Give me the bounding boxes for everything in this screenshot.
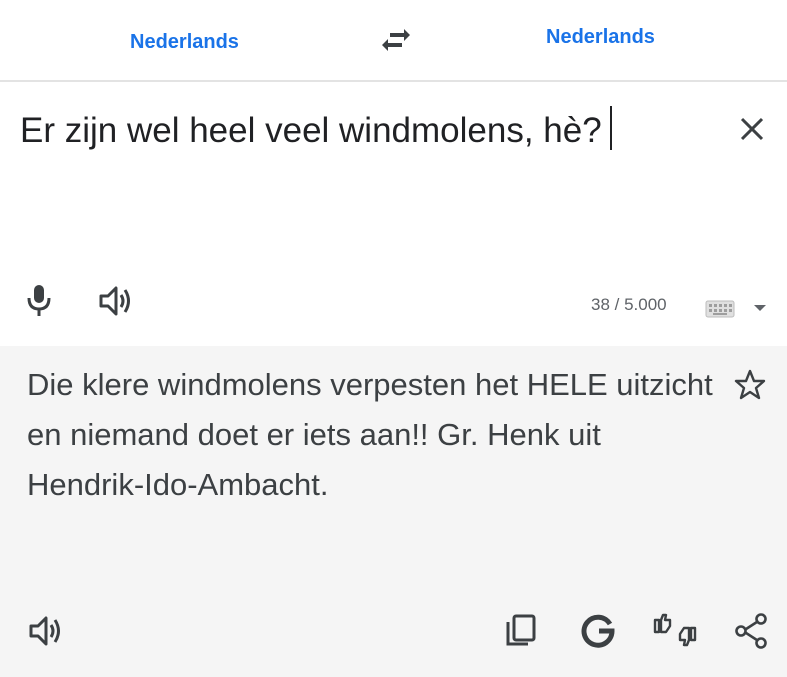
- close-icon[interactable]: [735, 112, 769, 146]
- target-language-button[interactable]: Nederlands: [546, 26, 655, 49]
- translation-text: Die klere windmolens verpesten het HELE …: [27, 367, 713, 502]
- source-language-button[interactable]: Nederlands: [130, 31, 239, 54]
- speaker-icon[interactable]: [28, 614, 64, 648]
- microphone-icon[interactable]: [24, 282, 54, 318]
- source-panel: Er zijn wel heel veel windmolens, hè? 38…: [0, 84, 787, 346]
- language-bar: Nederlands Nederlands: [0, 0, 787, 82]
- caret-down-icon[interactable]: [752, 302, 768, 314]
- source-text: Er zijn wel heel veel windmolens, hè?: [20, 111, 602, 150]
- text-cursor: [609, 106, 612, 150]
- google-g-icon[interactable]: [580, 612, 616, 648]
- translation-panel: Die klere windmolens verpesten het HELE …: [0, 346, 787, 677]
- keyboard-icon[interactable]: [705, 300, 735, 318]
- speaker-icon[interactable]: [98, 284, 134, 318]
- thumbs-feedback-icon[interactable]: [652, 612, 698, 650]
- swap-languages-icon[interactable]: [378, 25, 414, 55]
- copy-icon[interactable]: [504, 612, 538, 648]
- source-text-input[interactable]: Er zijn wel heel veel windmolens, hè?: [20, 106, 612, 151]
- character-count: 38 / 5.000: [591, 295, 667, 314]
- share-icon[interactable]: [733, 612, 769, 650]
- star-outline-icon[interactable]: [733, 368, 767, 402]
